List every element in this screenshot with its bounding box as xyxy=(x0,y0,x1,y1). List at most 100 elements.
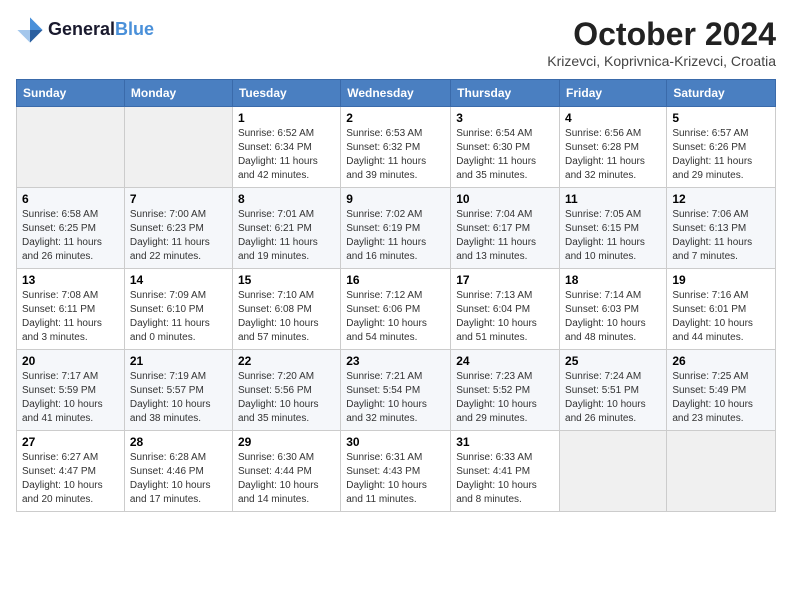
day-info: Sunrise: 7:08 AM Sunset: 6:11 PM Dayligh… xyxy=(22,289,119,345)
calendar-cell xyxy=(560,431,667,512)
day-number: 24 xyxy=(456,354,554,368)
calendar-cell xyxy=(667,431,776,512)
day-info: Sunrise: 6:57 AM Sunset: 6:26 PM Dayligh… xyxy=(672,127,770,183)
day-number: 1 xyxy=(238,111,335,125)
calendar-table: SundayMondayTuesdayWednesdayThursdayFrid… xyxy=(16,79,776,512)
calendar-cell: 3Sunrise: 6:54 AM Sunset: 6:30 PM Daylig… xyxy=(451,107,560,188)
logo-text: GeneralBlue xyxy=(48,20,154,40)
calendar-cell: 26 Sunrise: 7:25 AM Sunset: 5:49 PM Dayli… xyxy=(667,350,776,431)
day-info: Sunrise: 7:19 AM Sunset: 5:57 PM Dayligh… xyxy=(130,370,227,426)
day-number: 28 xyxy=(130,435,227,449)
day-number: 9 xyxy=(346,192,445,206)
calendar-cell: 7 Sunrise: 7:00 AM Sunset: 6:23 PM Daylig… xyxy=(124,188,232,269)
calendar-cell xyxy=(124,107,232,188)
day-info: Sunrise: 7:09 AM Sunset: 6:10 PM Dayligh… xyxy=(130,289,227,345)
calendar-cell: 2 Sunrise: 6:53 AM Sunset: 6:32 PM Daylig… xyxy=(341,107,451,188)
calendar-cell: 21 Sunrise: 7:19 AM Sunset: 5:57 PM Dayli… xyxy=(124,350,232,431)
day-number: 27 xyxy=(22,435,119,449)
calendar-cell: 6Sunrise: 6:58 AM Sunset: 6:25 PM Daylig… xyxy=(17,188,125,269)
calendar-cell: 9 Sunrise: 7:02 AM Sunset: 6:19 PM Daylig… xyxy=(341,188,451,269)
day-info: Sunrise: 7:24 AM Sunset: 5:51 PM Dayligh… xyxy=(565,370,661,426)
calendar-cell: 12 Sunrise: 7:06 AM Sunset: 6:13 PM Dayli… xyxy=(667,188,776,269)
calendar-cell: 8 Sunrise: 7:01 AM Sunset: 6:21 PM Daylig… xyxy=(232,188,340,269)
calendar-cell: 18Sunrise: 7:14 AM Sunset: 6:03 PM Dayli… xyxy=(560,269,667,350)
calendar-cell: 22Sunrise: 7:20 AM Sunset: 5:56 PM Dayli… xyxy=(232,350,340,431)
day-number: 7 xyxy=(130,192,227,206)
day-info: Sunrise: 7:06 AM Sunset: 6:13 PM Dayligh… xyxy=(672,208,770,264)
day-info: Sunrise: 6:58 AM Sunset: 6:25 PM Dayligh… xyxy=(22,208,119,264)
day-number: 21 xyxy=(130,354,227,368)
weekday-header: Sunday xyxy=(17,80,125,107)
month-title: October 2024 xyxy=(547,16,776,53)
day-info: Sunrise: 6:33 AM Sunset: 4:41 PM Dayligh… xyxy=(456,451,554,507)
day-number: 14 xyxy=(130,273,227,287)
day-number: 3 xyxy=(456,111,554,125)
calendar-cell: 1 Sunrise: 6:52 AM Sunset: 6:34 PM Daylig… xyxy=(232,107,340,188)
calendar-cell: 15 Sunrise: 7:10 AM Sunset: 6:08 PM Dayli… xyxy=(232,269,340,350)
calendar-week-row: 6Sunrise: 6:58 AM Sunset: 6:25 PM Daylig… xyxy=(17,188,776,269)
calendar-cell: 29Sunrise: 6:30 AM Sunset: 4:44 PM Dayli… xyxy=(232,431,340,512)
day-number: 17 xyxy=(456,273,554,287)
calendar-cell xyxy=(17,107,125,188)
day-number: 18 xyxy=(565,273,661,287)
day-info: Sunrise: 7:13 AM Sunset: 6:04 PM Dayligh… xyxy=(456,289,554,345)
page-header: GeneralBlue October 2024 Krizevci, Kopri… xyxy=(16,16,776,69)
calendar-header: SundayMondayTuesdayWednesdayThursdayFrid… xyxy=(17,80,776,107)
day-info: Sunrise: 6:56 AM Sunset: 6:28 PM Dayligh… xyxy=(565,127,661,183)
day-number: 22 xyxy=(238,354,335,368)
logo-icon xyxy=(16,16,44,44)
day-info: Sunrise: 7:16 AM Sunset: 6:01 PM Dayligh… xyxy=(672,289,770,345)
day-number: 5 xyxy=(672,111,770,125)
location: Krizevci, Koprivnica-Krizevci, Croatia xyxy=(547,53,776,69)
day-info: Sunrise: 7:17 AM Sunset: 5:59 PM Dayligh… xyxy=(22,370,119,426)
day-info: Sunrise: 7:25 AM Sunset: 5:49 PM Dayligh… xyxy=(672,370,770,426)
calendar-cell: 20 Sunrise: 7:17 AM Sunset: 5:59 PM Dayli… xyxy=(17,350,125,431)
calendar-cell: 10 Sunrise: 7:04 AM Sunset: 6:17 PM Dayli… xyxy=(451,188,560,269)
day-info: Sunrise: 7:04 AM Sunset: 6:17 PM Dayligh… xyxy=(456,208,554,264)
day-number: 12 xyxy=(672,192,770,206)
day-number: 4 xyxy=(565,111,661,125)
day-number: 8 xyxy=(238,192,335,206)
day-number: 10 xyxy=(456,192,554,206)
calendar-cell: 31 Sunrise: 6:33 AM Sunset: 4:41 PM Dayli… xyxy=(451,431,560,512)
day-number: 31 xyxy=(456,435,554,449)
calendar-cell: 17 Sunrise: 7:13 AM Sunset: 6:04 PM Dayli… xyxy=(451,269,560,350)
day-info: Sunrise: 6:53 AM Sunset: 6:32 PM Dayligh… xyxy=(346,127,445,183)
calendar-cell: 4 Sunrise: 6:56 AM Sunset: 6:28 PM Daylig… xyxy=(560,107,667,188)
calendar-cell: 24Sunrise: 7:23 AM Sunset: 5:52 PM Dayli… xyxy=(451,350,560,431)
calendar-body: 1 Sunrise: 6:52 AM Sunset: 6:34 PM Daylig… xyxy=(17,107,776,512)
calendar-week-row: 13Sunrise: 7:08 AM Sunset: 6:11 PM Dayli… xyxy=(17,269,776,350)
calendar-cell: 28 Sunrise: 6:28 AM Sunset: 4:46 PM Dayli… xyxy=(124,431,232,512)
day-info: Sunrise: 7:02 AM Sunset: 6:19 PM Dayligh… xyxy=(346,208,445,264)
day-info: Sunrise: 6:27 AM Sunset: 4:47 PM Dayligh… xyxy=(22,451,119,507)
day-info: Sunrise: 7:00 AM Sunset: 6:23 PM Dayligh… xyxy=(130,208,227,264)
day-info: Sunrise: 7:01 AM Sunset: 6:21 PM Dayligh… xyxy=(238,208,335,264)
day-info: Sunrise: 6:28 AM Sunset: 4:46 PM Dayligh… xyxy=(130,451,227,507)
day-info: Sunrise: 7:10 AM Sunset: 6:08 PM Dayligh… xyxy=(238,289,335,345)
weekday-header: Thursday xyxy=(451,80,560,107)
calendar-week-row: 20 Sunrise: 7:17 AM Sunset: 5:59 PM Dayli… xyxy=(17,350,776,431)
day-info: Sunrise: 6:31 AM Sunset: 4:43 PM Dayligh… xyxy=(346,451,445,507)
day-info: Sunrise: 7:12 AM Sunset: 6:06 PM Dayligh… xyxy=(346,289,445,345)
calendar-cell: 23Sunrise: 7:21 AM Sunset: 5:54 PM Dayli… xyxy=(341,350,451,431)
weekday-header: Tuesday xyxy=(232,80,340,107)
title-area: October 2024 Krizevci, Koprivnica-Krizev… xyxy=(547,16,776,69)
day-number: 20 xyxy=(22,354,119,368)
day-number: 11 xyxy=(565,192,661,206)
day-info: Sunrise: 6:52 AM Sunset: 6:34 PM Dayligh… xyxy=(238,127,335,183)
weekday-header: Saturday xyxy=(667,80,776,107)
weekday-header: Wednesday xyxy=(341,80,451,107)
weekday-header: Monday xyxy=(124,80,232,107)
day-number: 30 xyxy=(346,435,445,449)
day-number: 29 xyxy=(238,435,335,449)
day-number: 16 xyxy=(346,273,445,287)
day-number: 2 xyxy=(346,111,445,125)
calendar-cell: 25 Sunrise: 7:24 AM Sunset: 5:51 PM Dayli… xyxy=(560,350,667,431)
calendar-cell: 30 Sunrise: 6:31 AM Sunset: 4:43 PM Dayli… xyxy=(341,431,451,512)
day-number: 25 xyxy=(565,354,661,368)
day-number: 26 xyxy=(672,354,770,368)
day-number: 23 xyxy=(346,354,445,368)
day-number: 15 xyxy=(238,273,335,287)
calendar-cell: 5 Sunrise: 6:57 AM Sunset: 6:26 PM Daylig… xyxy=(667,107,776,188)
calendar-cell: 11Sunrise: 7:05 AM Sunset: 6:15 PM Dayli… xyxy=(560,188,667,269)
